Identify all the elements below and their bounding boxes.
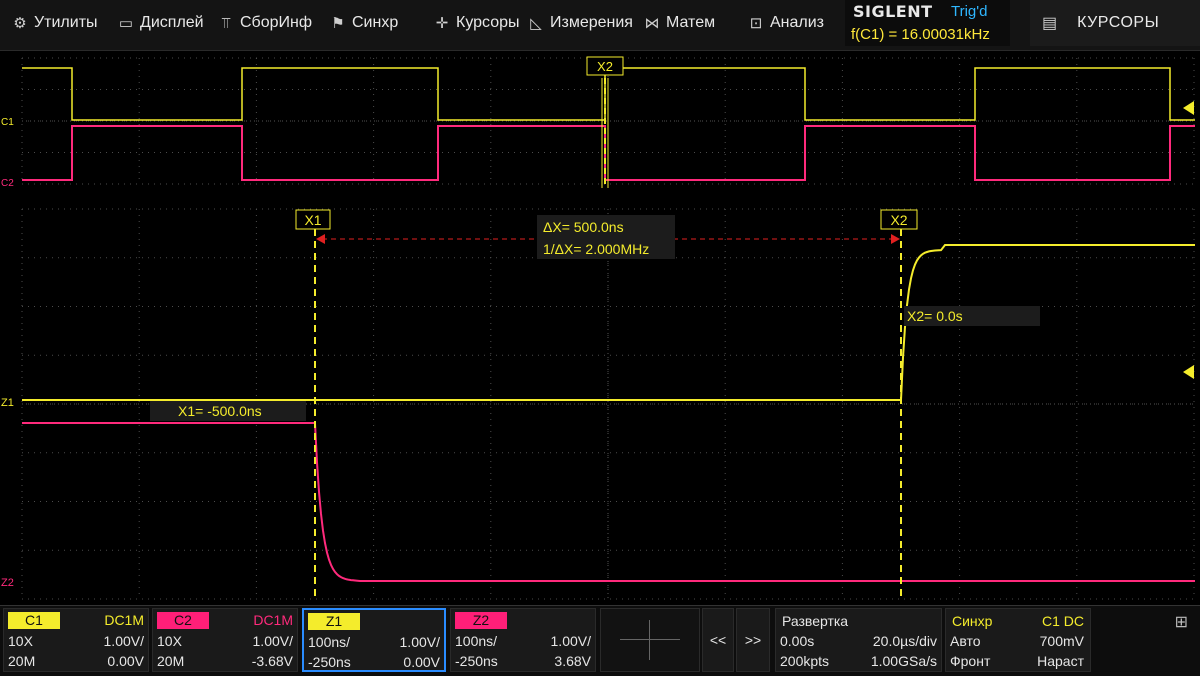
timebase-scale: 20.0µs/div: [872, 633, 937, 649]
menu-label: Утилиты: [34, 14, 98, 31]
trigger-mode: Авто: [950, 633, 981, 649]
menu-math[interactable]: ⋈ Матем: [644, 0, 716, 46]
frequency-readout: f(C1) = 16.00031kHz: [851, 26, 990, 43]
overview-c2-marker: C2: [1, 178, 14, 188]
memory-depth: 200kpts: [780, 653, 830, 669]
delta-x-readout: ΔX= 500.0ns: [543, 219, 624, 235]
prev-label: <<: [709, 632, 727, 648]
crosshair-icon: [620, 620, 680, 660]
zoom-timebase: 100ns/: [308, 634, 351, 650]
z1-marker: Z1: [1, 397, 14, 409]
add-channel-button[interactable]: [600, 608, 700, 672]
trigger-type: Фронт: [950, 653, 991, 669]
math-icon: ⋈: [644, 15, 660, 32]
trigger-level: 700mV: [1039, 633, 1084, 649]
analysis-icon: ⊡: [749, 15, 763, 32]
x2-cursor-label: X2: [890, 212, 907, 228]
menu-bar: ⚙ Утилиты ▭ Дисплей ⫪ СборИнф ⚑ Синхр ✛ …: [0, 0, 1200, 51]
menu-cursors[interactable]: ✛ Курсоры: [434, 0, 520, 46]
channel-coupling: DC1M: [104, 612, 144, 628]
channel-z1-box[interactable]: Z1 100ns/ 1.00V/ -250ns 0.00V: [302, 608, 446, 672]
menu-label: Матем: [666, 14, 716, 31]
z2-marker: Z2: [1, 577, 14, 589]
channel-coupling: DC1M: [253, 612, 293, 628]
menu-label: Синхр: [352, 14, 399, 31]
menu-utilities[interactable]: ⚙ Утилиты: [12, 0, 98, 46]
timebase-box[interactable]: Развертка 0.00s 20.0µs/div 200kpts 1.00G…: [775, 608, 942, 672]
channel-offset: 3.68V: [554, 653, 591, 669]
sample-rate: 1.00GSa/s: [870, 653, 937, 669]
next-label: >>: [744, 632, 762, 648]
menu-label: Измерения: [550, 14, 633, 31]
trigger-status: Trig'd: [951, 3, 988, 20]
channel-scale: 1.00V/: [103, 633, 144, 649]
cursor-panel-header[interactable]: ▤ КУРСОРЫ: [1030, 0, 1200, 46]
channel-tag: C1: [8, 612, 60, 629]
channel-offset: -3.68V: [251, 653, 293, 669]
channel-c2-box[interactable]: C2 DC1M 10X 1.00V/ 20M -3.68V: [152, 608, 298, 672]
channel-scale: 1.00V/: [399, 634, 440, 650]
network-status[interactable]: ⊞: [1094, 608, 1200, 672]
acquire-icon: ⫪: [221, 14, 231, 32]
x1-value-readout: X1= -500.0ns: [178, 403, 262, 419]
zoom-waveform[interactable]: X1 X2 ΔX= 500.0ns 1/ΔX= 2.000MHz X1= -50…: [0, 205, 1200, 600]
channel-offset: 0.00V: [107, 653, 144, 669]
menu-label: Курсоры: [456, 14, 520, 31]
channel-c1-box[interactable]: C1 DC1M 10X 1.00V/ 20M 0.00V: [3, 608, 149, 672]
panel-title: КУРСОРЫ: [1077, 14, 1160, 31]
network-icon: ⊞: [1174, 614, 1188, 631]
siglent-logo: SIGLENT: [853, 2, 933, 21]
menu-label: Дисплей: [140, 14, 204, 31]
trigger-title: Синхр: [952, 613, 993, 629]
prev-page-button[interactable]: <<: [702, 608, 734, 672]
x1-cursor-label: X1: [304, 212, 321, 228]
channel-probe: 10X: [157, 633, 182, 649]
timebase-delay: 0.00s: [780, 633, 815, 649]
list-icon: ▤: [1042, 15, 1058, 32]
status-bar: C1 DC1M 10X 1.00V/ 20M 0.00V C2 DC1M 10X…: [0, 605, 1200, 676]
channel-tag: C2: [157, 612, 209, 629]
menu-display[interactable]: ▭ Дисплей: [118, 0, 204, 46]
x2-value-readout: X2= 0.0s: [907, 308, 963, 324]
trigger-source: C1 DC: [1041, 613, 1084, 629]
zoom-delay: -250ns: [308, 654, 351, 670]
zoom-delay: -250ns: [455, 653, 498, 669]
channel-scale: 1.00V/: [252, 633, 293, 649]
cursor-cross-icon: ✛: [435, 15, 449, 32]
channel-offset: 0.00V: [403, 654, 440, 670]
channel-tag: Z1: [308, 613, 360, 630]
menu-analysis[interactable]: ⊡ Анализ: [748, 0, 824, 46]
channel-z2-box[interactable]: Z2 100ns/ 1.00V/ -250ns 3.68V: [450, 608, 596, 672]
measure-icon: ◺: [530, 15, 542, 32]
gear-icon: ⚙: [13, 15, 27, 32]
channel-probe: 10X: [8, 633, 33, 649]
menu-acquire[interactable]: ⫪ СборИнф: [218, 0, 312, 46]
trigger-box[interactable]: Синхр C1 DC Авто 700mV Фронт Нараст: [945, 608, 1091, 672]
menu-label: СборИнф: [240, 14, 313, 31]
overview-waveform[interactable]: X2 C1 C2: [0, 54, 1200, 188]
brand-status: SIGLENT Trig'd f(C1) = 16.00031kHz: [845, 0, 1010, 46]
overview-x2-label: X2: [597, 59, 613, 74]
channel-bandwidth: 20M: [157, 653, 185, 669]
menu-measure[interactable]: ◺ Измерения: [528, 0, 633, 46]
flag-icon: ⚑: [331, 15, 345, 32]
trigger-slope: Нараст: [1037, 653, 1084, 669]
menu-label: Анализ: [770, 14, 825, 31]
zoom-timebase: 100ns/: [455, 633, 498, 649]
channel-tag: Z2: [455, 612, 507, 629]
monitor-icon: ▭: [118, 15, 134, 32]
inv-delta-x-readout: 1/ΔX= 2.000MHz: [543, 241, 649, 257]
channel-scale: 1.00V/: [550, 633, 591, 649]
next-page-button[interactable]: >>: [736, 608, 770, 672]
channel-bandwidth: 20M: [8, 653, 36, 669]
menu-trigger[interactable]: ⚑ Синхр: [330, 0, 398, 46]
timebase-title: Развертка: [782, 613, 849, 629]
overview-c1-marker: C1: [1, 117, 14, 128]
